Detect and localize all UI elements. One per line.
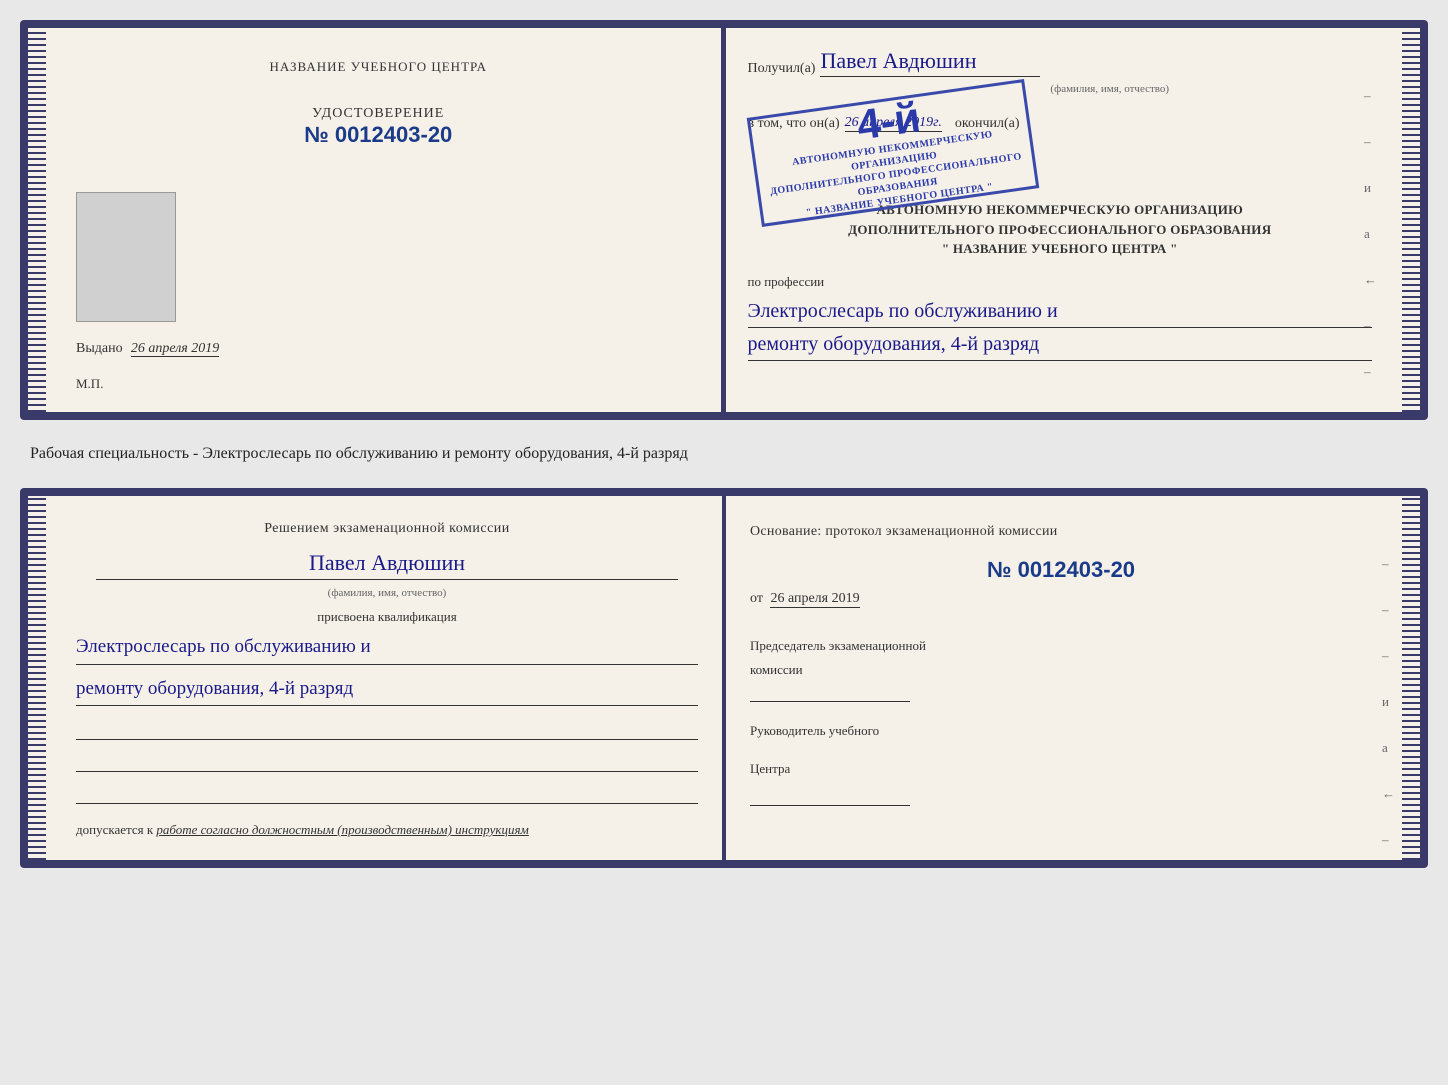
cert-label: УДОСТОВЕРЕНИЕ xyxy=(304,106,452,122)
cert-number-block: УДОСТОВЕРЕНИЕ № 0012403-20 xyxy=(304,106,452,148)
bdeco-dash-4: – xyxy=(1382,832,1395,848)
profession-line1: Электрослесарь по обслуживанию и xyxy=(748,295,1373,328)
recipient-name: Павел Авдюшин xyxy=(820,48,1040,77)
org-line3: " НАЗВАНИЕ УЧЕБНОГО ЦЕНТРА " xyxy=(748,239,1373,259)
deco-dash-3: – xyxy=(1364,318,1377,334)
middle-text: Рабочая специальность - Электрослесарь п… xyxy=(20,438,1428,470)
deco-dash-4: – xyxy=(1364,364,1377,380)
photo-placeholder xyxy=(76,192,176,322)
right-deco: – – и а ← – – – – xyxy=(1364,88,1377,420)
issued-date: 26 апреля 2019 xyxy=(131,341,219,357)
chairman-sig-line xyxy=(750,684,910,702)
completed-label: окончил(а) xyxy=(955,116,1020,132)
stamp-org-line1: АВТОНОМНУЮ НЕКОММЕРЧЕСКУЮ ОРГАНИЗАЦИЮ xyxy=(761,123,1024,185)
completed-date: 26 апреля 2019г. xyxy=(845,115,942,132)
bdeco-dash-1: – xyxy=(1382,556,1395,572)
director-label2: Центра xyxy=(750,760,1372,778)
qual-line1: Электрослесарь по обслуживанию и xyxy=(76,631,698,664)
bdeco-dash-2: – xyxy=(1382,602,1395,618)
received-label: Получил(а) xyxy=(748,61,816,77)
org-block: АВТОНОМНУЮ НЕКОММЕРЧЕСКУЮ ОРГАНИЗАЦИЮ ДО… xyxy=(748,200,1373,259)
from-date-line: от 26 апреля 2019 xyxy=(750,591,1372,607)
from-date-value: 26 апреля 2019 xyxy=(770,591,859,608)
bottom-left-page: Решением экзаменационной комиссии Павел … xyxy=(46,496,725,860)
left-spine-top xyxy=(28,28,46,412)
right-spine-top xyxy=(1402,28,1420,412)
issued-label: Выдано xyxy=(76,341,123,356)
bottom-right-deco: – – – и а ← – – – – xyxy=(1382,556,1395,868)
admission-text: допускается к работе согласно должностны… xyxy=(76,822,698,838)
bottom-document: Решением экзаменационной комиссии Павел … xyxy=(20,488,1428,868)
received-line: Получил(а) Павел Авдюшин xyxy=(748,48,1373,77)
director-label1: Руководитель учебного xyxy=(750,722,1372,740)
top-left-page: НАЗВАНИЕ УЧЕБНОГО ЦЕНТРА УДОСТОВЕРЕНИЕ №… xyxy=(46,28,723,412)
mp-label: М.П. xyxy=(76,376,103,392)
cert-number: № 0012403-20 xyxy=(304,122,452,148)
bottom-right-page: Основание: протокол экзаменационной коми… xyxy=(725,496,1402,860)
deco-arrow: ← xyxy=(1364,272,1377,288)
deco-char-a: и xyxy=(1364,180,1377,196)
deco-dash-1: – xyxy=(1364,88,1377,104)
person-subtext-bottom: (фамилия, имя, отчество) xyxy=(76,587,698,599)
sig-line-3 xyxy=(76,784,698,804)
director-sig-line xyxy=(750,788,910,806)
profession-line2: ремонту оборудования, 4-й разряд xyxy=(748,328,1373,361)
sig-line-1 xyxy=(76,720,698,740)
chairman-block: Председатель экзаменационной комиссии xyxy=(750,637,1372,706)
recipient-subtext: (фамилия, имя, отчество) xyxy=(848,83,1373,95)
date-line: в том, что он(а) 26 апреля 2019г. окончи… xyxy=(748,115,1373,132)
center-title-top: НАЗВАНИЕ УЧЕБНОГО ЦЕНТРА xyxy=(270,58,487,76)
from-label: от xyxy=(750,591,763,606)
top-document: НАЗВАНИЕ УЧЕБНОГО ЦЕНТРА УДОСТОВЕРЕНИЕ №… xyxy=(20,20,1428,420)
org-line2: ДОПОЛНИТЕЛЬНОГО ПРОФЕССИОНАЛЬНОГО ОБРАЗО… xyxy=(748,220,1373,240)
chairman-label2: комиссии xyxy=(750,661,1372,679)
bdeco-dash-3: – xyxy=(1382,648,1395,664)
bdeco-char-a: а xyxy=(1382,740,1395,756)
basis-title: Основание: протокол экзаменационной коми… xyxy=(750,521,1372,542)
right-spine-bottom xyxy=(1402,496,1420,860)
in-that-label: в том, что он(а) xyxy=(748,116,840,132)
protocol-number: № 0012403-20 xyxy=(750,557,1372,583)
deco-char-a2: а xyxy=(1364,226,1377,242)
top-right-page: Получил(а) Павел Авдюшин (фамилия, имя, … xyxy=(723,28,1403,412)
profession-block: по профессии Электрослесарь по обслужива… xyxy=(748,274,1373,361)
deco-dash-5: – xyxy=(1364,410,1377,420)
bdeco-arrow: ← xyxy=(1382,786,1395,802)
sig-line-2 xyxy=(76,752,698,772)
person-name-bottom: Павел Авдюшин xyxy=(96,550,678,580)
chairman-label1: Председатель экзаменационной xyxy=(750,637,1372,655)
decision-title: Решением экзаменационной комиссии xyxy=(76,521,698,537)
qual-line2: ремонту оборудования, 4-й разряд xyxy=(76,673,698,706)
issued-block: Выдано 26 апреля 2019 xyxy=(76,340,224,357)
bdeco-char-i: и xyxy=(1382,694,1395,710)
org-line1: АВТОНОМНУЮ НЕКОММЕРЧЕСКУЮ ОРГАНИЗАЦИЮ xyxy=(748,200,1373,220)
deco-dash-2: – xyxy=(1364,134,1377,150)
admission-label: допускается к xyxy=(76,822,153,837)
admission-detail: работе согласно должностным (производств… xyxy=(156,822,528,837)
left-spine-bottom xyxy=(28,496,46,860)
profession-label: по профессии xyxy=(748,274,1373,290)
page-wrapper: НАЗВАНИЕ УЧЕБНОГО ЦЕНТРА УДОСТОВЕРЕНИЕ №… xyxy=(20,20,1428,868)
assigned-label: присвоена квалификация xyxy=(76,609,698,625)
